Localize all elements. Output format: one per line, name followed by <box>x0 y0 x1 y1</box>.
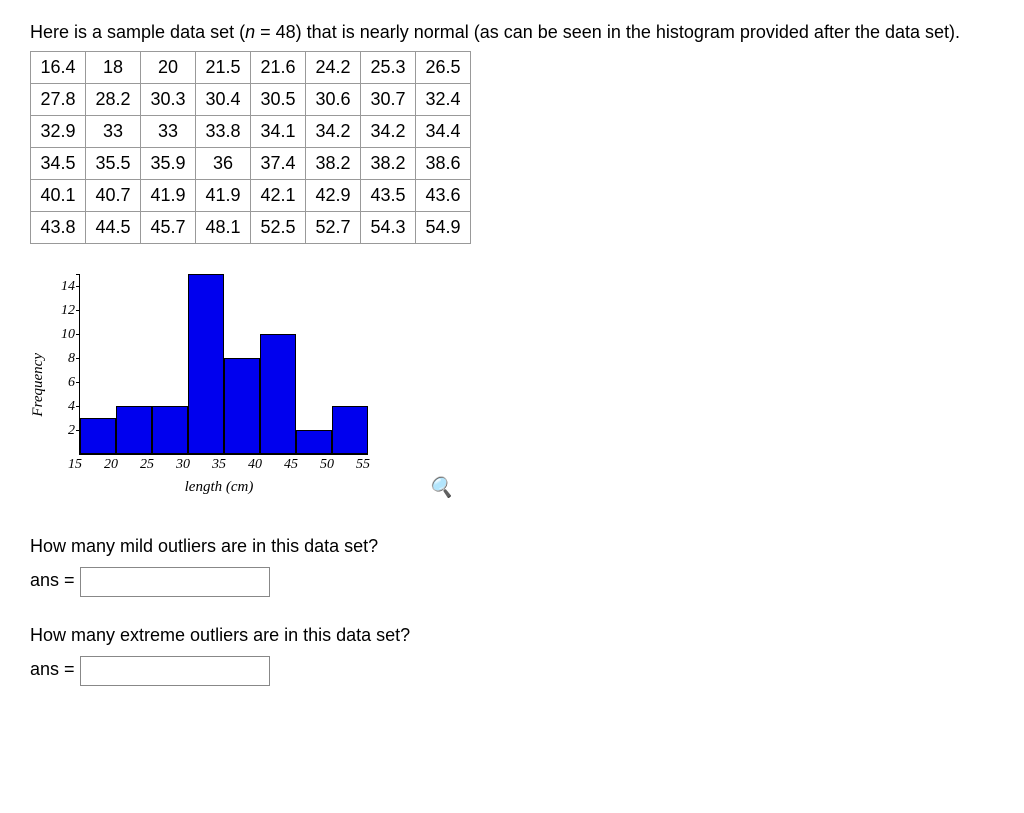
histogram-chart: Frequency 1412108642 152025303540455055 … <box>30 274 994 496</box>
data-cell: 40.7 <box>86 180 141 212</box>
data-cell: 30.6 <box>306 84 361 116</box>
xlabel-text: length (cm) <box>185 479 254 495</box>
data-cell: 35.9 <box>141 148 196 180</box>
data-cell: 35.5 <box>86 148 141 180</box>
intro-suffix: ) that is nearly normal (as can be seen … <box>296 22 960 42</box>
intro-n-value: 48 <box>276 22 296 42</box>
answer-row-1: ans = <box>30 567 994 597</box>
data-cell: 25.3 <box>361 52 416 84</box>
data-cell: 44.5 <box>86 212 141 244</box>
data-cell: 41.9 <box>196 180 251 212</box>
histogram-bar <box>296 430 332 454</box>
data-cell: 48.1 <box>196 212 251 244</box>
histogram-bar <box>188 274 224 454</box>
data-cell: 30.7 <box>361 84 416 116</box>
ans-label-1: ans = <box>30 570 80 590</box>
data-cell: 26.5 <box>416 52 471 84</box>
data-cell: 42.9 <box>306 180 361 212</box>
data-cell: 41.9 <box>141 180 196 212</box>
magnify-icon[interactable]: 🔍 <box>428 475 453 500</box>
question-2: How many extreme outliers are in this da… <box>30 625 994 646</box>
data-cell: 36 <box>196 148 251 180</box>
data-cell: 21.5 <box>196 52 251 84</box>
data-cell: 30.5 <box>251 84 306 116</box>
data-cell: 42.1 <box>251 180 306 212</box>
data-cell: 34.1 <box>251 116 306 148</box>
histogram-bar <box>224 358 260 454</box>
histogram-bar <box>80 418 116 454</box>
plot-area <box>79 274 368 455</box>
data-cell: 34.4 <box>416 116 471 148</box>
data-cell: 34.5 <box>31 148 86 180</box>
data-cell: 30.4 <box>196 84 251 116</box>
data-cell: 52.5 <box>251 212 306 244</box>
data-cell: 54.3 <box>361 212 416 244</box>
data-cell: 16.4 <box>31 52 86 84</box>
answer-input-1[interactable] <box>80 567 270 597</box>
data-cell: 52.7 <box>306 212 361 244</box>
histogram-bar <box>152 406 188 454</box>
histogram-bar <box>332 406 368 454</box>
data-cell: 33.8 <box>196 116 251 148</box>
data-cell: 34.2 <box>306 116 361 148</box>
intro-eq: = <box>255 22 276 42</box>
data-table: 16.4182021.521.624.225.326.5 27.828.230.3… <box>30 51 471 244</box>
intro-prefix: Here is a sample data set ( <box>30 22 245 42</box>
data-cell: 38.6 <box>416 148 471 180</box>
data-cell: 40.1 <box>31 180 86 212</box>
data-cell: 24.2 <box>306 52 361 84</box>
data-cell: 20 <box>141 52 196 84</box>
question-1: How many mild outliers are in this data … <box>30 536 994 557</box>
answer-row-2: ans = <box>30 656 994 686</box>
data-cell: 34.2 <box>361 116 416 148</box>
intro-text: Here is a sample data set (n = 48) that … <box>30 20 994 45</box>
x-axis-label: length (cm) 🔍 <box>75 479 363 496</box>
y-axis-label: Frequency <box>30 353 47 417</box>
data-cell: 54.9 <box>416 212 471 244</box>
data-cell: 30.3 <box>141 84 196 116</box>
answer-input-2[interactable] <box>80 656 270 686</box>
histogram-bar <box>260 334 296 454</box>
data-cell: 43.8 <box>31 212 86 244</box>
data-cell: 28.2 <box>86 84 141 116</box>
data-cell: 18 <box>86 52 141 84</box>
data-cell: 43.6 <box>416 180 471 212</box>
data-cell: 37.4 <box>251 148 306 180</box>
ans-label-2: ans = <box>30 659 80 679</box>
data-cell: 32.9 <box>31 116 86 148</box>
histogram-bar <box>116 406 152 454</box>
intro-n-var: n <box>245 22 255 42</box>
data-cell: 32.4 <box>416 84 471 116</box>
data-cell: 33 <box>86 116 141 148</box>
y-axis-ticks: 1412108642 <box>55 275 75 455</box>
data-cell: 43.5 <box>361 180 416 212</box>
data-cell: 45.7 <box>141 212 196 244</box>
data-cell: 38.2 <box>306 148 361 180</box>
data-cell: 38.2 <box>361 148 416 180</box>
data-cell: 33 <box>141 116 196 148</box>
x-axis-ticks: 152025303540455055 <box>75 455 395 475</box>
data-cell: 21.6 <box>251 52 306 84</box>
data-cell: 27.8 <box>31 84 86 116</box>
